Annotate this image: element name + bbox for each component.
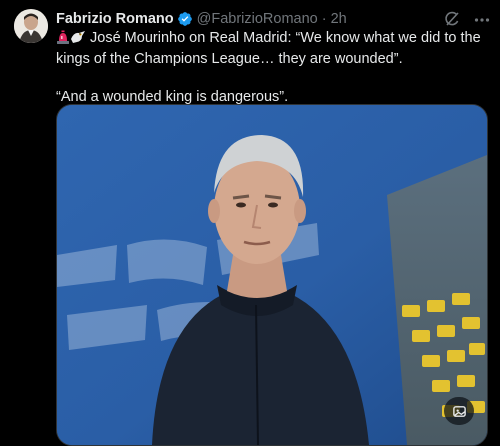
tweet-text: José Mourinho on Real Madrid: “We know w…: [56, 29, 494, 107]
timestamp[interactable]: 2h: [331, 10, 347, 28]
grok-icon[interactable]: [443, 10, 461, 28]
author-name[interactable]: Fabrizio Romano: [56, 10, 174, 28]
verified-badge-icon[interactable]: [177, 11, 193, 27]
tweet-line-1: José Mourinho on Real Madrid: “We know w…: [56, 30, 481, 67]
more-options-icon[interactable]: [473, 11, 491, 29]
tweet[interactable]: Fabrizio Romano @FabrizioRomano · 2h Jos…: [0, 0, 500, 446]
author-avatar[interactable]: [14, 9, 48, 43]
author-handle[interactable]: @FabrizioRomano: [197, 10, 318, 28]
tweet-paragraph-1: José Mourinho on Real Madrid: “We know w…: [56, 29, 494, 69]
tweet-image[interactable]: [56, 104, 488, 446]
image-edit-icon[interactable]: [444, 397, 474, 425]
eagle-emoji: [70, 30, 86, 50]
police-light-emoji: [56, 30, 70, 50]
separator-dot: ·: [321, 11, 327, 27]
